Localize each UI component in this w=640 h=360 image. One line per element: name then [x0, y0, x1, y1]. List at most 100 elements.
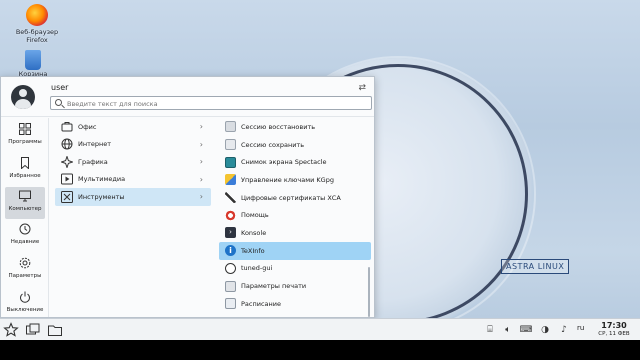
session-save-icon: [225, 139, 236, 151]
search-field[interactable]: [50, 96, 372, 110]
firefox-icon: [26, 4, 48, 26]
category-label: Офис: [78, 122, 97, 131]
volume-icon[interactable]: 🔈︎: [501, 323, 515, 337]
nav-label: Программы: [8, 139, 42, 145]
app-tuned-gui[interactable]: tuned-gui: [219, 260, 371, 278]
file-manager-icon[interactable]: [47, 322, 63, 338]
notifications-icon[interactable]: ♪: [557, 323, 571, 337]
desktop-icon-firefox[interactable]: Веб-браузер Firefox: [7, 4, 67, 44]
app-spectacle[interactable]: Снимок экрана Spectacle: [219, 153, 371, 171]
desktop-icon-trash[interactable]: Корзина: [3, 50, 63, 78]
app-print-settings[interactable]: Параметры печати: [219, 277, 371, 295]
clock[interactable]: 17:30 СР, 11 ФЕВ: [594, 321, 634, 338]
nav-label: Компьютер: [8, 206, 42, 212]
power-icon: [20, 291, 30, 303]
chevron-right-icon: ›: [199, 139, 203, 149]
spectacle-icon: [225, 156, 236, 168]
history-icon: [19, 223, 31, 235]
category-label: Мультимедиа: [78, 175, 126, 184]
category-list: Офис › Интернет › Графика › Мультимедиа …: [55, 118, 211, 206]
apps-grid-icon: [19, 123, 31, 135]
schedule-icon: [225, 298, 236, 310]
app-label: Помощь: [241, 211, 269, 220]
avatar[interactable]: [11, 85, 35, 109]
help-icon: [225, 209, 236, 221]
app-list: Сессию восстановить Сессию сохранить Сни…: [219, 118, 371, 313]
session-restore-icon: [225, 121, 236, 133]
desktop-icon-label: Firefox: [26, 36, 48, 44]
app-label: Сессию сохранить: [241, 140, 305, 149]
app-label: tuned-gui: [241, 264, 273, 273]
app-help[interactable]: Помощь: [219, 206, 371, 224]
nav-programs[interactable]: Программы: [5, 120, 45, 152]
app-xca[interactable]: Цифровые сертификаты ХСА: [219, 189, 371, 207]
globe-icon: [61, 138, 73, 150]
network-icon[interactable]: ◑: [538, 323, 552, 337]
settings-icon: [19, 257, 31, 269]
app-label: Снимок экрана Spectacle: [241, 158, 327, 167]
chevron-right-icon: ›: [199, 174, 203, 184]
app-label: TeXInfo: [241, 246, 265, 255]
nav-computer[interactable]: Компьютер: [5, 187, 45, 219]
category-label: Графика: [78, 157, 108, 166]
menu-header: user ⇄: [1, 77, 374, 117]
nav-label: Недавние: [10, 239, 40, 245]
category-graphics[interactable]: Графика ›: [55, 153, 211, 171]
clock-date: СР, 11 ФЕВ: [598, 331, 630, 337]
multimedia-icon: [61, 173, 73, 185]
app-label: Konsole: [241, 228, 267, 237]
keyboard-layout[interactable]: ru: [577, 324, 584, 332]
info-icon: i: [225, 245, 236, 257]
category-multimedia[interactable]: Мультимедиа ›: [55, 171, 211, 189]
start-menu: user ⇄ Программы Избранное Компьютер Нед…: [0, 76, 375, 318]
nav-recent[interactable]: Недавние: [5, 220, 45, 252]
clock-time: 17:30: [601, 321, 627, 330]
nav-settings[interactable]: Параметры: [5, 254, 45, 286]
search-input[interactable]: [67, 98, 367, 109]
app-label: Сессию восстановить: [241, 122, 316, 131]
nav-label: Параметры: [8, 273, 42, 279]
category-label: Интернет: [78, 140, 112, 149]
chevron-right-icon: ›: [199, 192, 203, 202]
app-label: Цифровые сертификаты ХСА: [241, 193, 341, 202]
app-session-restore[interactable]: Сессию восстановить: [219, 118, 371, 136]
terminal-icon: ›: [225, 227, 236, 239]
nav-favorites[interactable]: Избранное: [5, 154, 45, 186]
app-label: Расписание: [241, 299, 281, 308]
app-schedule[interactable]: Расписание: [219, 295, 371, 313]
windows-overview-icon[interactable]: [25, 322, 41, 338]
category-label: Инструменты: [78, 192, 125, 201]
app-list-scrollbar[interactable]: [368, 267, 370, 317]
printer-icon: [225, 280, 236, 292]
app-label: Управление ключами KGpg: [241, 175, 334, 184]
nav-shutdown[interactable]: Выключение: [5, 288, 45, 320]
monitor-icon: [19, 190, 31, 202]
taskbar: ⌸ 🔈︎ ⌨ ◑ ♪ ru 17:30 СР, 11 ФЕВ: [0, 318, 640, 340]
chevron-right-icon: ›: [199, 157, 203, 167]
bookmark-icon: [21, 157, 29, 170]
keyboard-icon[interactable]: ⌨: [519, 323, 533, 337]
trash-icon: [25, 50, 41, 70]
menu-nav: Программы Избранное Компьютер Недавние П…: [1, 118, 49, 317]
swap-layout-icon[interactable]: ⇄: [358, 83, 366, 93]
app-label: Параметры печати: [241, 282, 307, 291]
tools-icon: [61, 190, 73, 203]
app-session-save[interactable]: Сессию сохранить: [219, 136, 371, 154]
category-office[interactable]: Офис ›: [55, 118, 211, 136]
start-menu-button[interactable]: [3, 322, 19, 338]
certificate-icon: [225, 192, 236, 204]
desktop-icon-label: Веб-браузер: [15, 28, 59, 36]
nav-label: Выключение: [6, 307, 44, 313]
kgpg-icon: [225, 174, 236, 186]
usb-icon[interactable]: ⌸: [483, 323, 497, 337]
screen-bottom-bar: [0, 340, 640, 360]
app-konsole[interactable]: › Konsole: [219, 224, 371, 242]
graphics-icon: [61, 155, 73, 168]
app-texinfo[interactable]: i TeXInfo: [219, 241, 371, 260]
nav-label: Избранное: [9, 173, 41, 179]
app-kgpg[interactable]: Управление ключами KGpg: [219, 171, 371, 189]
category-internet[interactable]: Интернет ›: [55, 136, 211, 154]
user-name: user: [51, 83, 69, 92]
category-tools[interactable]: Инструменты ›: [55, 188, 211, 206]
chevron-right-icon: ›: [199, 122, 203, 132]
